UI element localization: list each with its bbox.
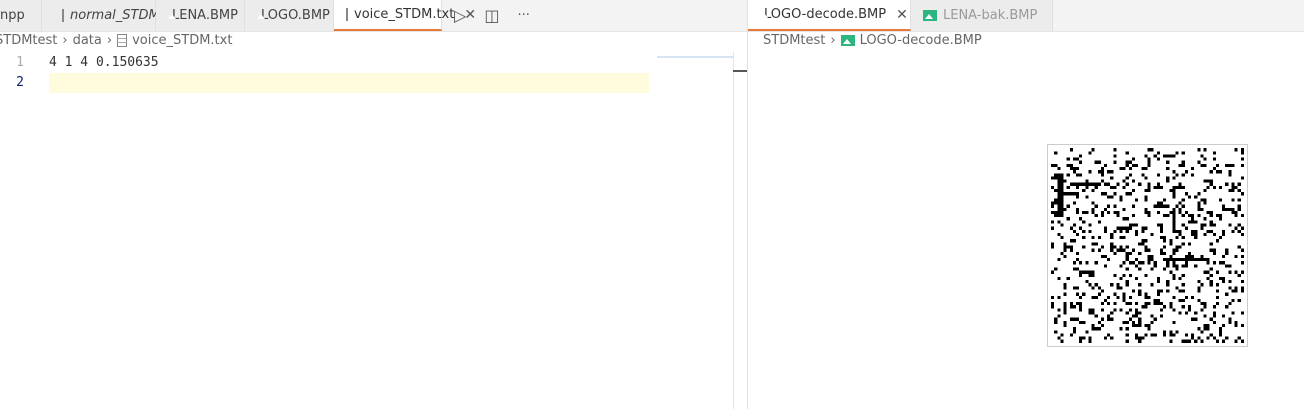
file-icon bbox=[346, 8, 348, 21]
close-icon[interactable]: ✕ bbox=[896, 7, 908, 23]
decoded-logo-image bbox=[1047, 144, 1248, 347]
tab-label: LENA.BMP bbox=[172, 8, 238, 23]
tab-lena[interactable]: LENA.BMP bbox=[156, 0, 245, 31]
tab-logo[interactable]: LOGO.BMP bbox=[245, 0, 334, 31]
group-divider[interactable] bbox=[747, 0, 748, 409]
tab-npp[interactable]: npp bbox=[0, 0, 42, 31]
editor-actions: ▷ ◫ ··· bbox=[442, 0, 530, 31]
line-number: 1 bbox=[16, 55, 24, 70]
tab-lena-bak[interactable]: LENA-bak.BMP bbox=[911, 0, 1053, 31]
image-icon bbox=[923, 10, 937, 21]
image-breadcrumb: STDMtest › LOGO-decode.BMP bbox=[763, 33, 982, 48]
scrollbar-cursor-marker bbox=[733, 70, 747, 72]
more-actions-icon[interactable]: ··· bbox=[517, 8, 529, 23]
scrollbar-track[interactable] bbox=[733, 52, 734, 409]
run-icon[interactable]: ▷ bbox=[454, 6, 466, 25]
code-line[interactable]: 4 1 4 0.150635 bbox=[49, 55, 159, 70]
tab-label: LENA-bak.BMP bbox=[943, 8, 1038, 23]
file-icon bbox=[117, 34, 128, 47]
current-line-highlight bbox=[49, 73, 649, 93]
breadcrumb-item[interactable]: data bbox=[73, 33, 102, 48]
left-tab-bar: npp normal_STDM.txt LENA.BMP LOGO.BMP vo… bbox=[0, 0, 747, 32]
tab-label: LOGO.BMP bbox=[261, 8, 330, 23]
split-editor-icon[interactable]: ◫ bbox=[484, 6, 499, 25]
file-icon bbox=[62, 9, 64, 22]
chevron-right-icon: › bbox=[106, 33, 113, 48]
right-tab-bar: LOGO-decode.BMP ✕ LENA-bak.BMP bbox=[748, 0, 1304, 32]
breadcrumb-item[interactable]: LOGO-decode.BMP bbox=[860, 33, 982, 48]
chevron-right-icon: › bbox=[830, 33, 836, 48]
image-icon bbox=[840, 35, 855, 46]
line-number: 2 bbox=[16, 75, 24, 90]
minimap[interactable] bbox=[657, 56, 733, 58]
tab-label: LOGO-decode.BMP bbox=[764, 7, 887, 22]
tab-normal-stdm[interactable]: normal_STDM.txt bbox=[42, 0, 182, 31]
chevron-right-icon: › bbox=[62, 33, 68, 48]
breadcrumb: STDMtest › data › voice_STDM.txt bbox=[0, 33, 232, 48]
breadcrumb-item[interactable]: voice_STDM.txt bbox=[132, 33, 232, 48]
tab-logo-decode[interactable]: LOGO-decode.BMP ✕ bbox=[748, 0, 911, 31]
breadcrumb-item[interactable]: STDMtest bbox=[0, 33, 57, 48]
breadcrumb-item[interactable]: STDMtest bbox=[763, 33, 825, 48]
tab-label: voice_STDM.txt bbox=[354, 7, 455, 22]
tab-voice-stdm[interactable]: voice_STDM.txt ✕ bbox=[334, 0, 476, 31]
tab-label: npp bbox=[0, 8, 25, 23]
